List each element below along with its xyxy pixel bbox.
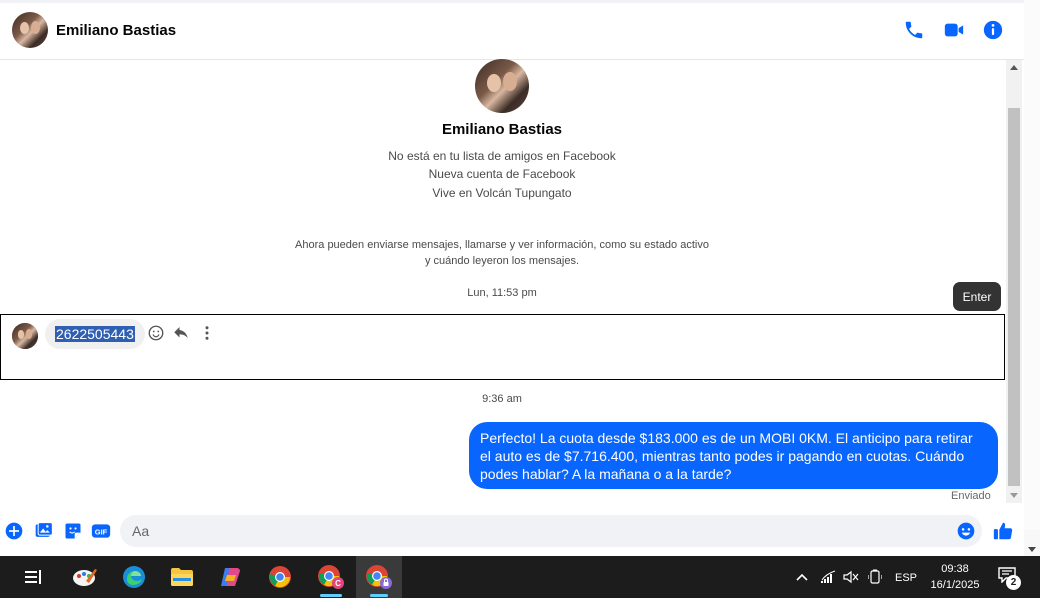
sticker-icon[interactable] bbox=[63, 521, 83, 541]
clock-time: 09:38 bbox=[941, 563, 969, 575]
connection-notice-line1: Ahora pueden enviarse mensajes, llamarse… bbox=[295, 239, 709, 251]
page-scroll-thumb[interactable] bbox=[1024, 0, 1040, 530]
contact-avatar[interactable] bbox=[12, 12, 48, 48]
task-view-icon bbox=[25, 570, 41, 584]
scroll-thumb[interactable] bbox=[1008, 108, 1020, 486]
windows-taskbar: C ESP 09:38 16/1/2025 2 bbox=[0, 556, 1040, 598]
message-status: Enviado bbox=[951, 490, 991, 502]
message-composer: GIF bbox=[0, 508, 1024, 556]
profile-name: Emiliano Bastias bbox=[441, 121, 563, 138]
more-icon[interactable] bbox=[198, 324, 216, 342]
outgoing-message-bubble[interactable]: Perfecto! La cuota desde $183.000 es de … bbox=[469, 422, 998, 489]
taskbar-task-view[interactable] bbox=[10, 556, 56, 598]
top-divider bbox=[0, 0, 1024, 3]
message-input[interactable] bbox=[132, 515, 952, 547]
image-icon[interactable] bbox=[34, 521, 54, 541]
smile-icon[interactable] bbox=[147, 324, 165, 342]
active-indicator bbox=[370, 594, 388, 597]
enter-tooltip: Enter bbox=[953, 282, 1001, 311]
svg-text:C: C bbox=[335, 579, 341, 588]
battery-icon[interactable] bbox=[868, 569, 882, 585]
taskbar-copilot[interactable] bbox=[208, 556, 254, 598]
timestamp-second: 9:36 am bbox=[482, 393, 522, 405]
copilot-icon bbox=[221, 568, 240, 586]
seen-receipt-avatar bbox=[12, 323, 38, 349]
edge-icon bbox=[123, 566, 145, 588]
profile-location: Vive en Volcán Tupungato bbox=[432, 186, 572, 200]
profile-avatar[interactable] bbox=[475, 59, 529, 113]
language-indicator[interactable]: ESP bbox=[895, 572, 917, 584]
paint-icon bbox=[73, 569, 97, 586]
plus-icon[interactable] bbox=[4, 521, 24, 541]
clock-date: 16/1/2025 bbox=[930, 579, 980, 591]
page-scrollbar[interactable] bbox=[1024, 0, 1040, 556]
like-icon[interactable] bbox=[992, 520, 1014, 542]
message-input-box[interactable] bbox=[120, 515, 982, 547]
chrome-icon bbox=[269, 566, 291, 588]
chat-header: Emiliano Bastias bbox=[0, 0, 1024, 60]
profile-account-age: Nueva cuenta de Facebook bbox=[428, 167, 576, 181]
page-scroll-down-icon[interactable] bbox=[1028, 547, 1036, 552]
connection-notice-line2: y cuándo leyeron los mensajes. bbox=[424, 255, 580, 267]
taskbar-edge[interactable] bbox=[111, 556, 157, 598]
chrome-profile-lock-icon bbox=[366, 565, 392, 589]
reply-icon[interactable] bbox=[172, 324, 190, 342]
incoming-message-bubble[interactable]: 2622505443 bbox=[45, 319, 145, 349]
scroll-up-icon[interactable] bbox=[1010, 65, 1018, 70]
emoji-icon[interactable] bbox=[956, 521, 976, 541]
taskbar-file-explorer[interactable] bbox=[159, 556, 205, 598]
folder-icon bbox=[171, 568, 193, 586]
profile-friend-status: No está en tu lista de amigos en Faceboo… bbox=[388, 149, 616, 163]
system-clock[interactable]: 09:38 16/1/2025 bbox=[920, 561, 990, 593]
chevron-up-icon[interactable] bbox=[796, 572, 808, 582]
volume-muted-icon[interactable] bbox=[843, 570, 859, 584]
contact-name[interactable]: Emiliano Bastias bbox=[56, 22, 176, 39]
notification-badge: 2 bbox=[1006, 575, 1021, 590]
taskbar-chrome[interactable] bbox=[257, 556, 303, 598]
chrome-profile-c-icon: C bbox=[318, 565, 344, 589]
incoming-message-text[interactable]: 2622505443 bbox=[55, 326, 135, 342]
timestamp-first: Lun, 11:53 pm bbox=[467, 287, 537, 299]
info-icon[interactable] bbox=[982, 19, 1004, 41]
chat-scrollbar[interactable] bbox=[1006, 60, 1022, 503]
taskbar-chrome-profile-c[interactable]: C bbox=[308, 556, 354, 598]
active-indicator bbox=[320, 594, 342, 597]
gif-label: GIF bbox=[95, 527, 108, 536]
taskbar-paint[interactable] bbox=[62, 556, 108, 598]
gif-icon[interactable]: GIF bbox=[91, 521, 111, 541]
notification-center[interactable]: 2 bbox=[998, 567, 1024, 590]
incoming-message-row[interactable]: 2622505443 bbox=[0, 314, 1005, 380]
scroll-down-icon[interactable] bbox=[1010, 493, 1018, 498]
wifi-icon[interactable] bbox=[820, 570, 836, 584]
phone-icon[interactable] bbox=[903, 19, 925, 41]
taskbar-chrome-profile-lock[interactable] bbox=[356, 556, 402, 598]
video-icon[interactable] bbox=[943, 19, 965, 41]
